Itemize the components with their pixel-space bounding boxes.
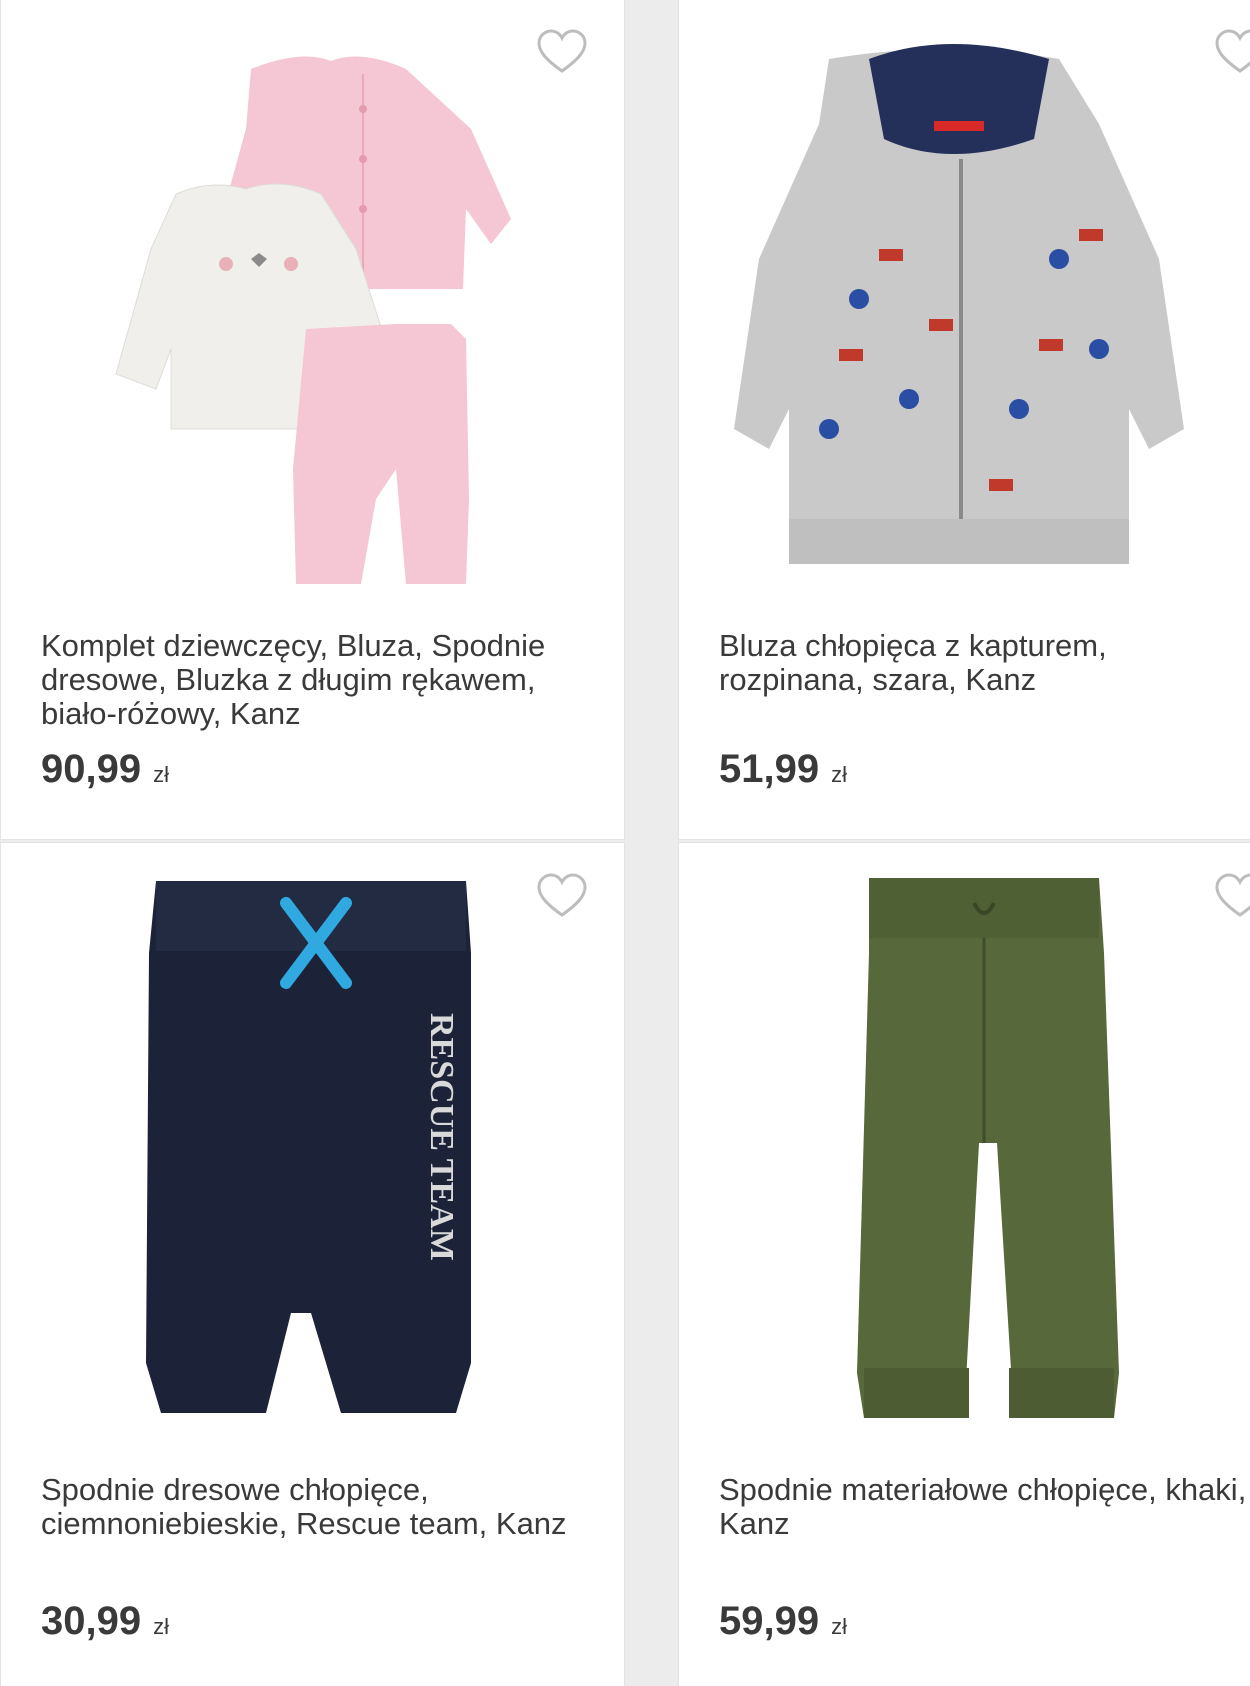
product-image[interactable]: [679, 0, 1250, 599]
price-amount: 30,99: [41, 1599, 142, 1643]
favorite-heart-icon[interactable]: [537, 873, 587, 919]
price-currency: zł: [831, 762, 847, 787]
pants-print-text: RESCUE TEAM: [423, 1013, 460, 1261]
product-title[interactable]: Bluza chłopięca z kapturem, rozpinana, s…: [719, 629, 1250, 697]
favorite-heart-icon[interactable]: [537, 29, 587, 75]
price-currency: zł: [153, 1614, 169, 1639]
price-amount: 51,99: [719, 747, 820, 791]
product-title[interactable]: Komplet dziewczęcy, Bluza, Spodnie dreso…: [41, 629, 581, 731]
price-currency: zł: [831, 1614, 847, 1639]
product-title[interactable]: Spodnie materiałowe chłopięce, khaki, Ka…: [719, 1473, 1250, 1541]
product-price: 59,99 zł: [719, 1599, 847, 1644]
product-card[interactable]: Bluza chłopięca z kapturem, rozpinana, s…: [678, 0, 1250, 840]
favorite-heart-icon[interactable]: [1215, 873, 1250, 919]
product-title[interactable]: Spodnie dresowe chłopięce, ciemnoniebies…: [41, 1473, 581, 1541]
product-grid: Komplet dziewczęcy, Bluza, Spodnie dreso…: [0, 0, 1250, 1686]
product-card[interactable]: RESCUE TEAM Spodnie dresowe chłopięce, c…: [0, 842, 625, 1686]
price-amount: 90,99: [41, 747, 142, 791]
product-image[interactable]: [679, 843, 1250, 1443]
product-card[interactable]: Komplet dziewczęcy, Bluza, Spodnie dreso…: [0, 0, 625, 840]
product-card[interactable]: Spodnie materiałowe chłopięce, khaki, Ka…: [678, 842, 1250, 1686]
product-price: 90,99 zł: [41, 747, 169, 792]
price-amount: 59,99: [719, 1599, 820, 1643]
favorite-heart-icon[interactable]: [1215, 29, 1250, 75]
product-price: 51,99 zł: [719, 747, 847, 792]
price-currency: zł: [153, 762, 169, 787]
product-image[interactable]: RESCUE TEAM: [1, 843, 624, 1443]
product-price: 30,99 zł: [41, 1599, 169, 1644]
product-image[interactable]: [1, 0, 624, 599]
